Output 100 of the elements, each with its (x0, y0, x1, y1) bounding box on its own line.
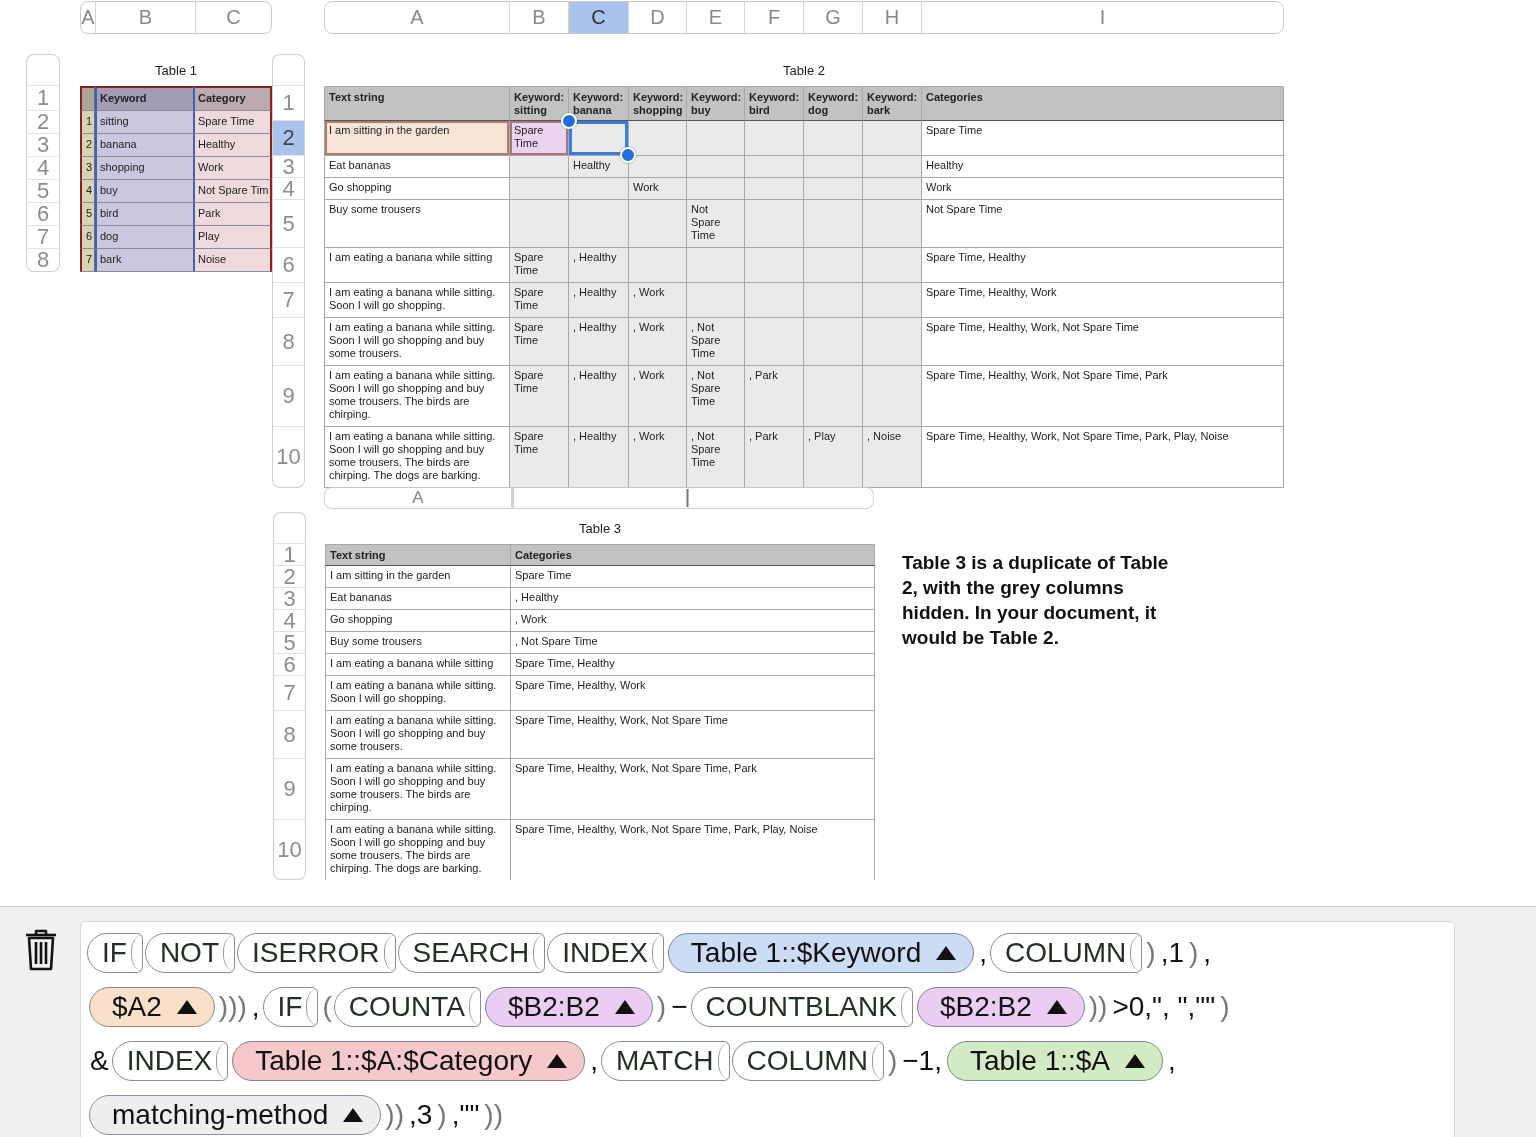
table-cell: Buy some trousers (324, 200, 510, 248)
caret-icon[interactable] (175, 999, 198, 1015)
parenthesis: ) (1146, 937, 1156, 969)
function-token[interactable]: IF (87, 933, 143, 973)
reference-token[interactable]: $B2:B2 (916, 987, 1085, 1027)
row-header[interactable]: 5 (273, 632, 306, 654)
row-header[interactable]: 9 (272, 366, 305, 427)
caret-icon[interactable] (1045, 999, 1068, 1015)
letter-tab[interactable]: G (804, 2, 863, 33)
row-header[interactable]: 3 (273, 588, 306, 610)
function-token[interactable]: COLUMN (990, 933, 1143, 973)
letter-tab[interactable]: A (412, 489, 424, 507)
table-cell: Eat bananas (325, 588, 511, 610)
caret-icon[interactable] (1124, 1053, 1147, 1069)
reference-token[interactable]: Table 1::$Keyword (667, 933, 975, 973)
letter-tab[interactable]: A (325, 2, 510, 33)
row-header[interactable]: 2 (26, 111, 60, 134)
row-header[interactable]: 7 (273, 676, 306, 711)
row-number: 3 (80, 157, 95, 180)
row-header[interactable]: 10 (272, 427, 305, 488)
letter-tab[interactable]: A (81, 2, 96, 33)
row-header[interactable]: 3 (272, 156, 305, 178)
row-header[interactable]: 10 (273, 820, 306, 880)
table-cell: , Work (629, 318, 687, 366)
row-header[interactable]: 8 (273, 711, 306, 759)
row-header[interactable]: 4 (272, 178, 305, 200)
reference-token[interactable]: $B2:B2 (484, 987, 653, 1027)
selection-handle[interactable] (620, 147, 636, 163)
table-cell: Spare Time (510, 366, 569, 427)
table-cell: Work (629, 178, 687, 200)
table-cell: Not Spare Tim (195, 180, 272, 203)
table-cell: , Not Spare Time (687, 318, 745, 366)
function-token[interactable]: NOT (144, 933, 235, 973)
row-header[interactable]: 1 (26, 86, 60, 111)
row-header[interactable]: 8 (272, 318, 305, 366)
caret-icon[interactable] (342, 1107, 365, 1123)
letter-tab[interactable]: D (629, 2, 687, 33)
letter-tab[interactable]: H (863, 2, 922, 33)
row-header[interactable]: 9 (273, 759, 306, 820)
function-token[interactable]: MATCH (601, 1041, 730, 1081)
formula-text: , (590, 1045, 599, 1077)
row-header[interactable]: 3 (26, 134, 60, 157)
row-header[interactable]: 5 (272, 200, 305, 248)
table-cell: Spare Time, Healthy, Work, Not Spare Time, Park, Play, Noise (922, 427, 1284, 488)
row-header[interactable]: 1 (272, 86, 305, 121)
caret-icon[interactable] (546, 1053, 569, 1069)
function-token[interactable]: ISERROR (237, 933, 396, 973)
letter-tab[interactable]: E (687, 2, 745, 33)
trash-icon[interactable] (24, 929, 58, 971)
row-header[interactable]: 2 (273, 566, 306, 588)
row-header[interactable]: 4 (26, 157, 60, 180)
function-token[interactable]: SEARCH (397, 933, 546, 973)
formula-editor[interactable] (80, 921, 1455, 1137)
function-token[interactable]: INDEX (547, 933, 664, 973)
reference-token[interactable]: Table 1::$A:$Category (232, 1041, 586, 1081)
table-cell: Healthy (922, 156, 1284, 178)
table-cell: Park (195, 203, 272, 226)
caret-icon[interactable] (935, 945, 958, 961)
row-header[interactable]: 8 (26, 249, 60, 272)
letter-tab[interactable]: I (922, 2, 1283, 33)
table-cell: , Not Spare Time (511, 632, 875, 654)
row-header[interactable]: 4 (273, 610, 306, 632)
letter-tab[interactable]: C (569, 2, 629, 33)
selection-handle[interactable] (561, 113, 577, 129)
formula-text: , (979, 937, 987, 969)
table-cell: Go shopping (325, 610, 511, 632)
function-token[interactable]: COUNTA (333, 987, 481, 1027)
row-number: 4 (80, 180, 95, 203)
table-cell: , Noise (863, 427, 922, 488)
letter-tab[interactable]: C (196, 2, 271, 33)
parenthesis: ))) (218, 991, 247, 1023)
row-header[interactable]: 6 (273, 654, 306, 676)
table-cell: , Work (629, 427, 687, 488)
row-header[interactable]: 5 (26, 180, 60, 203)
table-header: Text string (324, 86, 510, 121)
letter-tab[interactable]: B (96, 2, 196, 33)
reference-token[interactable]: Table 1::$A (946, 1041, 1164, 1081)
table-cell: , Not Spare Time (687, 366, 745, 427)
reference-token[interactable]: $A2 (89, 987, 215, 1027)
row-header[interactable]: 6 (272, 248, 305, 283)
row-header[interactable]: 7 (26, 226, 60, 249)
row-header-corner (272, 54, 305, 86)
table-cell: , Healthy (569, 283, 629, 318)
table-header: Keyword: buy (687, 86, 745, 121)
reference-token[interactable]: matching-method (89, 1095, 382, 1135)
row-header[interactable]: 1 (273, 544, 306, 566)
row-header[interactable]: 2 (272, 121, 305, 156)
formula-text: ,"" (451, 1099, 480, 1131)
function-token[interactable]: INDEX (111, 1041, 229, 1081)
table-cell: I am sitting in the garden (325, 566, 511, 588)
table-cell: I am eating a banana while sitting. Soon I will go shopping. (325, 676, 511, 711)
table-cell: Spare Time (511, 566, 875, 588)
letter-tab[interactable]: F (745, 2, 804, 33)
function-token[interactable]: IF (262, 987, 319, 1027)
table-cell: I am eating a banana while sitting. Soon I will go shopping and buy some trousers. The birds are chirping. The dogs are barking. (324, 427, 510, 488)
row-header[interactable]: 7 (272, 283, 305, 318)
caret-icon[interactable] (613, 999, 636, 1015)
row-header[interactable]: 6 (26, 203, 60, 226)
function-token[interactable]: COUNTBLANK (690, 987, 913, 1027)
function-token[interactable]: COLUMN (731, 1041, 884, 1081)
